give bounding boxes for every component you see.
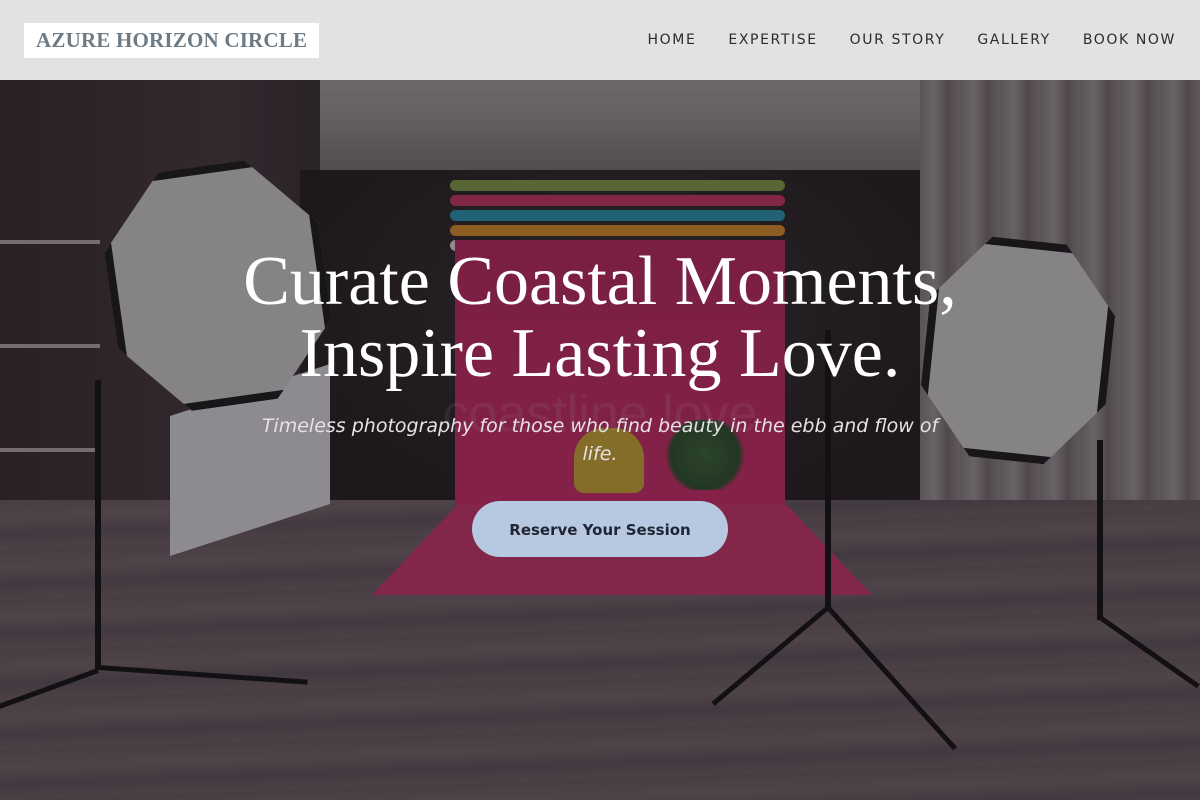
nav-link-book-now[interactable]: BOOK NOW bbox=[1083, 32, 1176, 48]
hero-headline-line-2: Inspire Lasting Love. bbox=[299, 315, 901, 392]
main-nav: HOME EXPERTISE OUR STORY GALLERY BOOK NO… bbox=[648, 32, 1176, 48]
reserve-session-button[interactable]: Reserve Your Session bbox=[472, 501, 728, 557]
nav-link-gallery[interactable]: GALLERY bbox=[977, 32, 1050, 48]
hero-headline: Curate Coastal Moments, Inspire Lasting … bbox=[200, 246, 1000, 390]
nav-link-our-story[interactable]: OUR STORY bbox=[850, 32, 946, 48]
hero-content: Curate Coastal Moments, Inspire Lasting … bbox=[200, 246, 1000, 557]
nav-link-home[interactable]: HOME bbox=[648, 32, 697, 48]
brand-logo[interactable]: AZURE HORIZON CIRCLE bbox=[24, 22, 320, 58]
hero-headline-line-1: Curate Coastal Moments, bbox=[243, 243, 957, 320]
nav-link-expertise[interactable]: EXPERTISE bbox=[728, 32, 817, 48]
top-navigation-bar: AZURE HORIZON CIRCLE HOME EXPERTISE OUR … bbox=[0, 0, 1200, 80]
hero-subtitle: Timeless photography for those who find … bbox=[261, 415, 939, 465]
